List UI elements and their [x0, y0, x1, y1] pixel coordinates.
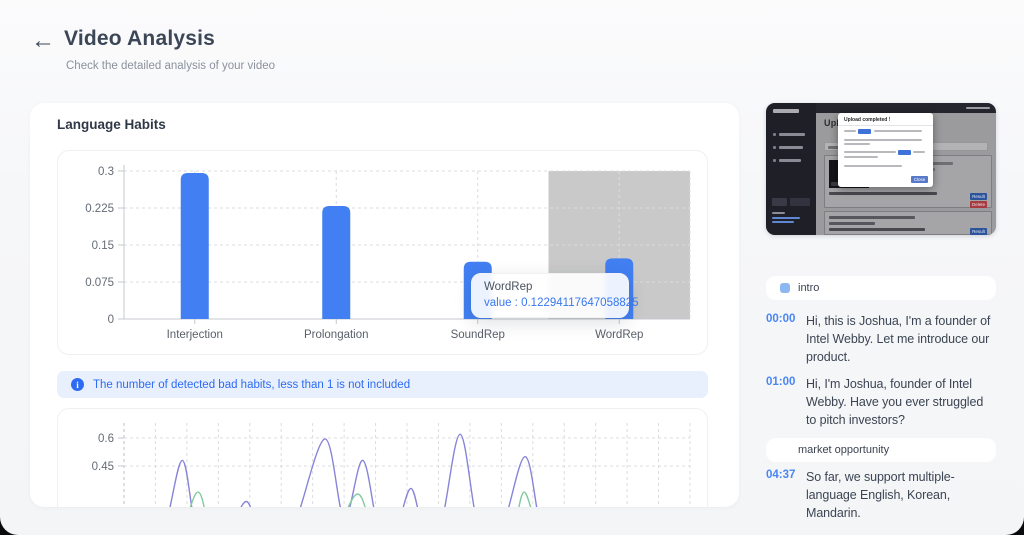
transcript-text: Hi, I'm Joshua, founder of Intel Webby. …	[806, 377, 984, 427]
info-banner-text: The number of detected bad habits, less …	[93, 378, 411, 391]
chart-tooltip: WordRep value : 0.12294117647058825	[471, 273, 639, 318]
x-tick-label: Interjection	[167, 329, 223, 341]
transcript-timestamp[interactable]: 00:00	[766, 312, 800, 366]
analysis-card: Language Habits 0 0.075 0.15 0.225 0.3 Interj…	[30, 103, 739, 507]
chapter-chip-intro[interactable]: intro	[766, 276, 996, 300]
bar-chart-svg: 0 0.075 0.15 0.225 0.3 Interjection Prolongati…	[85, 165, 691, 341]
y-tick-label: 0.15	[92, 240, 114, 252]
habit-curve-purple	[169, 433, 538, 507]
transcript-text: Hi, this is Joshua, I'm a founder of Int…	[806, 314, 991, 364]
thumb-video-row-2: Result	[824, 211, 992, 235]
y-tick-label: 0	[108, 314, 114, 326]
tooltip-category-label: WordRep	[484, 281, 533, 293]
y-tick-label: 0.225	[85, 203, 114, 215]
chapter-label: intro	[798, 282, 820, 294]
video-sidebar: Upload Vide Result Delete	[766, 103, 996, 522]
transcript-timestamp[interactable]: 01:00	[766, 375, 800, 429]
thumb-result-button: Result	[970, 193, 987, 200]
transcript-entry-00-00[interactable]: 00:00 Hi, this is Joshua, I'm a founder o…	[766, 312, 996, 366]
line-chart-svg: 0.6 0.45	[92, 423, 691, 507]
info-icon: i	[71, 378, 84, 391]
thumb-modal-title: Upload completed !	[844, 117, 891, 123]
thumb-result-button-2: Result	[970, 228, 987, 235]
thumb-app-sidebar	[766, 103, 816, 235]
chapter-label: market opportunity	[798, 444, 890, 456]
thumb-delete-button: Delete	[970, 201, 987, 208]
transcript-text: So far, we support multiple-language Eng…	[806, 470, 955, 520]
back-arrow-icon[interactable]: ←	[26, 26, 60, 56]
video-analysis-page: ← Video Analysis Check the detailed anal…	[0, 0, 1024, 535]
tooltip-value: value : 0.12294117647058825	[484, 297, 639, 309]
chapter-chip-market-opportunity[interactable]: market opportunity	[766, 438, 996, 462]
page-subtitle: Check the detailed analysis of your vide…	[66, 60, 276, 72]
chapter-dot-icon	[780, 283, 790, 293]
transcript-timestamp[interactable]: 04:37	[766, 468, 800, 522]
thumb-modal-close-button: Close	[911, 176, 928, 183]
info-banner: i The number of detected bad habits, les…	[57, 371, 708, 398]
transcript-entry-04-37[interactable]: 04:37 So far, we support multiple-languag…	[766, 468, 996, 522]
line-chart-habit-timeline: 0.6 0.45	[57, 408, 708, 507]
video-thumbnail[interactable]: Upload Vide Result Delete	[766, 103, 996, 235]
transcript-entry-01-00[interactable]: 01:00 Hi, I'm Joshua, founder of Intel We…	[766, 375, 996, 429]
page-title: Video Analysis	[64, 27, 216, 50]
bar-chart-language-habits: 0 0.075 0.15 0.225 0.3 Interjection Prolongati…	[57, 150, 708, 355]
bar-interjection[interactable]	[180, 172, 209, 319]
x-tick-label: WordRep	[595, 329, 643, 341]
y-tick-label: 0.3	[98, 166, 114, 178]
thumb-app-topbar	[816, 103, 996, 113]
y-tick-label: 0.6	[98, 433, 114, 445]
y-tick-label: 0.075	[85, 277, 114, 289]
y-tick-label: 0.45	[92, 461, 114, 473]
section-title-language-habits: Language Habits	[57, 117, 166, 132]
bar-prolongation[interactable]	[322, 206, 351, 319]
x-tick-label: SoundRep	[451, 329, 505, 341]
x-tick-label: Prolongation	[304, 329, 369, 341]
thumb-upload-completed-modal: Upload completed ! Close	[838, 113, 933, 187]
transcript-list: intro 00:00 Hi, this is Joshua, I'm a foun…	[766, 276, 996, 522]
